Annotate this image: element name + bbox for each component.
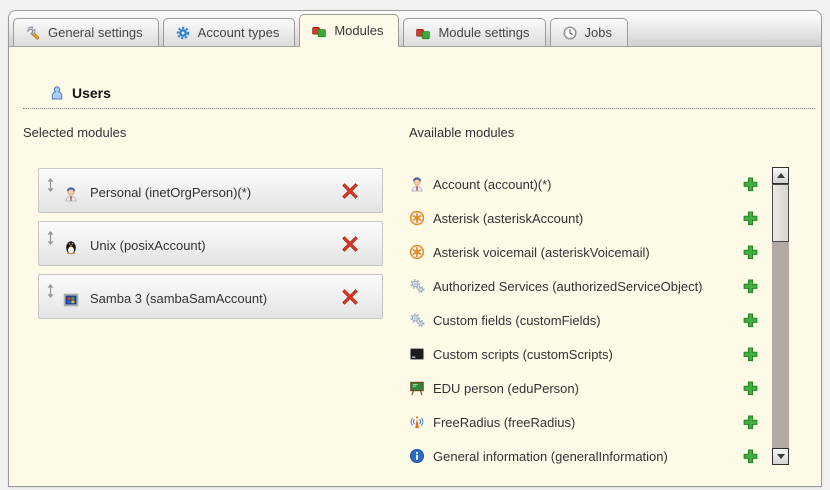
available-module-row: EDU person (eduPerson) <box>409 371 769 405</box>
remove-module-button[interactable] <box>341 235 359 253</box>
modules-icon <box>415 25 431 41</box>
module-columns: Selected modules Personal (inetOrgPerson… <box>23 125 815 473</box>
clock-icon <box>562 25 578 41</box>
remove-module-button[interactable] <box>341 182 359 200</box>
tab-modules[interactable]: Modules <box>299 14 399 47</box>
tux-icon <box>63 239 79 255</box>
gear-icon <box>175 25 191 41</box>
remove-module-button[interactable] <box>341 288 359 306</box>
available-module-row: Custom fields (customFields) <box>409 303 769 337</box>
add-icon <box>742 380 759 397</box>
tab-label: Jobs <box>585 25 612 40</box>
person-icon <box>409 176 425 192</box>
selected-modules-list: Personal (inetOrgPerson)(*) Unix (posixAc… <box>38 168 409 319</box>
wrench-icon <box>25 25 41 41</box>
selected-module-label: Unix (posixAccount) <box>90 238 206 253</box>
add-module-button[interactable] <box>742 448 759 465</box>
delete-icon <box>341 288 359 306</box>
add-icon <box>742 312 759 329</box>
available-module-label: Asterisk voicemail (asteriskVoicemail) <box>433 245 650 260</box>
available-modules-column: Available modules Account (account)(*) As… <box>409 125 789 473</box>
tab-label: General settings <box>48 25 143 40</box>
add-icon <box>742 278 759 295</box>
add-module-button[interactable] <box>742 414 759 431</box>
available-module-label: Authorized Services (authorizedServiceOb… <box>433 279 703 294</box>
person-icon <box>63 186 79 202</box>
selected-module-label: Samba 3 (sambaSamAccount) <box>90 291 267 306</box>
windows-icon <box>63 292 79 308</box>
available-module-label: FreeRadius (freeRadius) <box>433 415 575 430</box>
selected-modules-column: Selected modules Personal (inetOrgPerson… <box>23 125 409 473</box>
section-title: Users <box>72 85 111 101</box>
add-module-button[interactable] <box>742 210 759 227</box>
selected-module-item[interactable]: Samba 3 (sambaSamAccount) <box>38 274 383 319</box>
board-icon <box>409 380 425 396</box>
tab-label: Module settings <box>438 25 529 40</box>
available-module-row: Asterisk voicemail (asteriskVoicemail) <box>409 235 769 269</box>
tab-module-settings[interactable]: Module settings <box>403 18 545 47</box>
add-icon <box>742 448 759 465</box>
add-module-button[interactable] <box>742 176 759 193</box>
add-module-button[interactable] <box>742 380 759 397</box>
add-icon <box>742 346 759 363</box>
available-modules-area: Account (account)(*) Asterisk (asteriskAc… <box>409 167 789 473</box>
triangle-up-icon <box>777 173 785 178</box>
tab-account-types[interactable]: Account types <box>163 18 296 47</box>
tab-label: Account types <box>198 25 280 40</box>
gears-icon <box>409 278 425 294</box>
available-module-row: General information (generalInformation) <box>409 439 769 473</box>
settings-window: General settings Account types Modules Modu… <box>8 10 822 487</box>
tab-label: Modules <box>334 23 383 38</box>
modules-tab-content: Users Selected modules Personal (inetOrg… <box>9 85 821 473</box>
selected-modules-label: Selected modules <box>23 125 409 141</box>
available-modules-label: Available modules <box>409 125 789 141</box>
triangle-down-icon <box>777 454 785 459</box>
available-module-row: FreeRadius (freeRadius) <box>409 405 769 439</box>
asterisk-icon <box>409 210 425 226</box>
delete-icon <box>341 235 359 253</box>
available-module-row: Authorized Services (authorizedServiceOb… <box>409 269 769 303</box>
section-heading: Users <box>23 85 815 109</box>
available-module-label: Account (account)(*) <box>433 177 552 192</box>
add-icon <box>742 414 759 431</box>
gears-icon <box>409 312 425 328</box>
available-module-label: Asterisk (asteriskAccount) <box>433 211 583 226</box>
tab-bar: General settings Account types Modules Modu… <box>9 11 821 47</box>
available-module-row: Account (account)(*) <box>409 167 769 201</box>
selected-module-label: Personal (inetOrgPerson)(*) <box>90 185 251 200</box>
drag-handle-icon[interactable] <box>46 284 55 298</box>
add-module-button[interactable] <box>742 312 759 329</box>
add-module-button[interactable] <box>742 278 759 295</box>
scroll-up-button[interactable] <box>772 167 789 184</box>
available-module-label: General information (generalInformation) <box>433 449 668 464</box>
page: { "tabs": [ { "label": "General settings… <box>0 0 830 490</box>
scroll-down-button[interactable] <box>772 448 789 465</box>
available-module-row: Custom scripts (customScripts) <box>409 337 769 371</box>
tab-jobs[interactable]: Jobs <box>550 18 628 47</box>
selected-module-item[interactable]: Personal (inetOrgPerson)(*) <box>38 168 383 213</box>
info-icon <box>409 448 425 464</box>
available-module-label: Custom scripts (customScripts) <box>433 347 613 362</box>
terminal-icon <box>409 346 425 362</box>
add-module-button[interactable] <box>742 244 759 261</box>
drag-handle-icon[interactable] <box>46 231 55 245</box>
selected-module-item[interactable]: Unix (posixAccount) <box>38 221 383 266</box>
available-module-row: Asterisk (asteriskAccount) <box>409 201 769 235</box>
tab-general-settings[interactable]: General settings <box>13 18 159 47</box>
asterisk-icon <box>409 244 425 260</box>
add-icon <box>742 244 759 261</box>
available-module-label: EDU person (eduPerson) <box>433 381 579 396</box>
scroll-thumb[interactable] <box>772 184 789 242</box>
available-modules-list: Account (account)(*) Asterisk (asteriskAc… <box>409 167 769 473</box>
user-icon <box>49 85 65 101</box>
available-module-label: Custom fields (customFields) <box>433 313 601 328</box>
modules-icon <box>311 23 327 39</box>
add-icon <box>742 176 759 193</box>
delete-icon <box>341 182 359 200</box>
scrollbar[interactable] <box>772 167 789 465</box>
add-module-button[interactable] <box>742 346 759 363</box>
antenna-icon <box>409 414 425 430</box>
drag-handle-icon[interactable] <box>46 178 55 192</box>
add-icon <box>742 210 759 227</box>
